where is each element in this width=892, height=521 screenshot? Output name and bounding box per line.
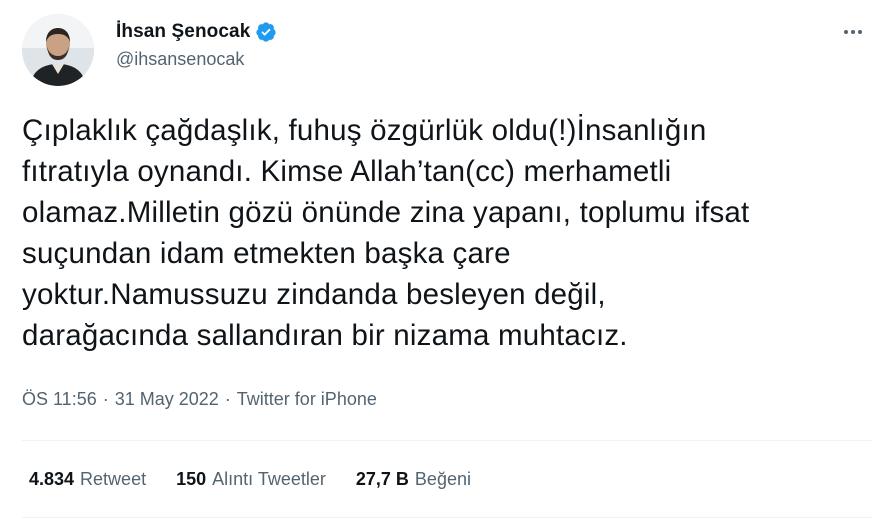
tweet-source-link[interactable]: Twitter for iPhone [237, 389, 377, 410]
author-names: İhsan Şenocak @ihsansenocak [116, 19, 277, 70]
author-avatar[interactable] [22, 14, 94, 86]
more-horizontal-icon-dot [851, 30, 855, 34]
tweet-stats: 4.834 Retweet 150 Alıntı Tweetler 27,7 B… [29, 469, 471, 490]
retweets-count: 4.834 [29, 469, 75, 489]
more-options-button[interactable] [838, 22, 868, 42]
tweet-text-line: fıtratıyla oynandı. Kimse Allah’tan(cc) … [22, 155, 672, 188]
likes-count: 27,7 B [355, 469, 409, 489]
tweet-text: Çıplaklık çağdaşlık, fuhuş özgürlük oldu… [22, 110, 882, 356]
display-name-row: İhsan Şenocak [116, 19, 277, 45]
quote-tweets-count: 150 [176, 469, 207, 489]
tweet-header: İhsan Şenocak @ihsansenocak [22, 14, 872, 86]
tweet-text-line: suçundan idam etmekten başka çare [22, 237, 511, 270]
tweet-text-line: Çıplaklık çağdaşlık, fuhuş özgürlük oldu… [22, 114, 707, 147]
quote-tweets-label: Alıntı Tweetler [212, 469, 326, 489]
tweet-text-line: olamaz.Milletin gözü önünde zina yapanı,… [22, 196, 750, 229]
profile-photo-icon [22, 14, 94, 86]
tweet-text-line: darağacında sallandıran bir nizama muhta… [22, 319, 628, 352]
divider [22, 440, 872, 441]
quote-tweets-stat[interactable]: 150 Alıntı Tweetler [176, 469, 326, 490]
tweet-card: İhsan Şenocak @ihsansenocak Çıplaklık ça… [0, 0, 892, 521]
author-handle[interactable]: @ihsansenocak [116, 49, 277, 70]
likes-label: Beğeni [414, 469, 471, 489]
tweet-text-line: yoktur.Namussuzu zindanda besleyen değil… [22, 278, 606, 311]
retweets-stat[interactable]: 4.834 Retweet [29, 469, 146, 490]
verified-badge-icon [255, 21, 277, 43]
retweets-label: Retweet [80, 469, 147, 489]
divider [22, 517, 872, 518]
meta-separator: · [102, 389, 109, 409]
author-display-name[interactable]: İhsan Şenocak [116, 21, 250, 43]
more-horizontal-icon [844, 30, 848, 34]
likes-stat[interactable]: 27,7 B Beğeni [356, 469, 471, 490]
meta-separator: · [224, 389, 231, 409]
tweet-meta: ÖS 11:56 · 31 May 2022 · Twitter for iPh… [22, 389, 377, 410]
tweet-time[interactable]: ÖS 11:56 [22, 389, 97, 410]
tweet-date[interactable]: 31 May 2022 [115, 389, 219, 410]
more-horizontal-icon-dot [858, 30, 862, 34]
